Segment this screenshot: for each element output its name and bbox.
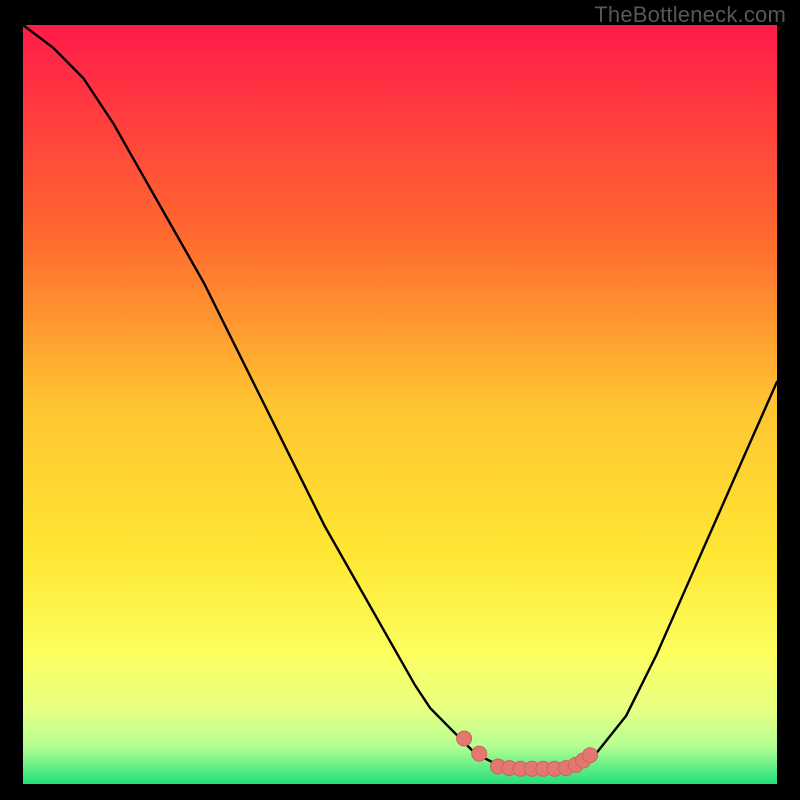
marker-dot [457,731,472,746]
watermark-text: TheBottleneck.com [594,2,786,28]
marker-dot [583,748,598,763]
plot-area [23,25,777,784]
chart-svg [23,25,777,784]
marker-dot [472,746,487,761]
chart-frame: TheBottleneck.com [0,0,800,800]
gradient-bg [23,25,777,784]
